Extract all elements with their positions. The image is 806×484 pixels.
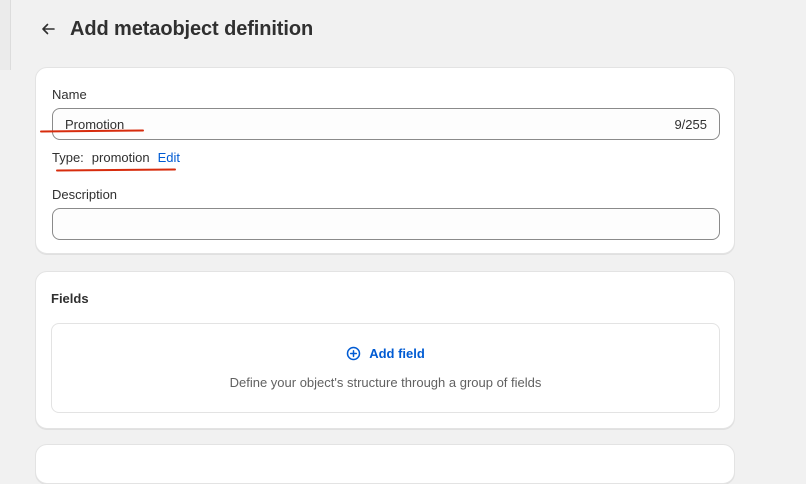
edit-type-link[interactable]: Edit <box>158 150 180 165</box>
sidebar-edge <box>0 0 11 70</box>
definition-card: Name Promotion 9/255 Type: promotion Edi… <box>35 67 735 254</box>
add-field-label: Add field <box>369 346 425 361</box>
page-header: Add metaobject definition <box>38 14 313 44</box>
back-button[interactable] <box>38 19 58 39</box>
fields-empty-state: Add field Define your object's structure… <box>51 323 720 413</box>
next-card <box>35 444 735 484</box>
fields-title: Fields <box>51 291 89 306</box>
annotation-underline-type <box>55 168 177 172</box>
page-title: Add metaobject definition <box>70 17 314 40</box>
name-value: Promotion <box>65 116 125 132</box>
type-label: Type: <box>52 150 84 165</box>
description-label: Description <box>52 187 118 202</box>
fields-empty-description: Define your object's structure through a… <box>229 375 542 390</box>
type-row: Type: promotion Edit <box>52 150 180 165</box>
arrow-left-icon <box>42 23 55 35</box>
description-field[interactable] <box>52 208 720 240</box>
character-counter: 9/255 <box>674 116 707 132</box>
plus-circle-icon <box>346 346 361 361</box>
add-field-button[interactable]: Add field <box>52 346 719 361</box>
fields-card: Fields Add field Define your object's st… <box>35 271 735 429</box>
type-value: promotion <box>91 150 150 165</box>
name-field[interactable]: Promotion 9/255 <box>52 108 720 140</box>
name-label: Name <box>52 87 87 102</box>
